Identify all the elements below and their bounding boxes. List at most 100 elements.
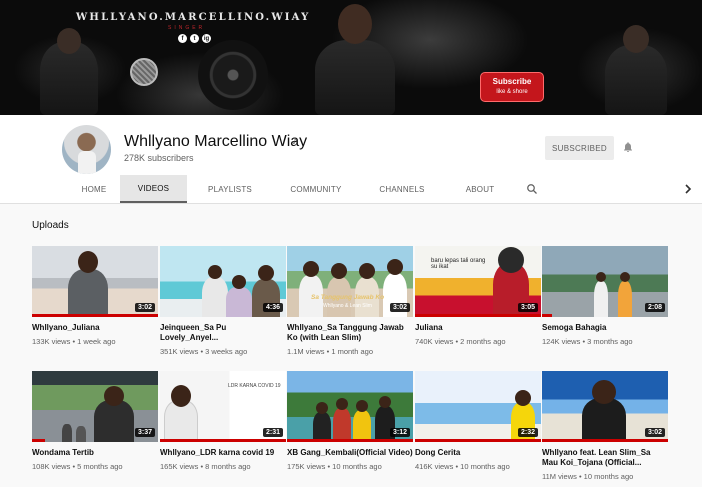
channel-avatar[interactable] <box>62 125 111 174</box>
upload-age: 3 weeks ago <box>205 347 248 356</box>
search-icon[interactable] <box>526 183 538 195</box>
video-card[interactable]: 2:32 Dong Cerita 416K views • 10 months … <box>415 371 541 471</box>
view-count: 108K views <box>32 462 71 471</box>
speaker-graphic <box>198 40 268 110</box>
video-title[interactable]: Semoga Bahagia <box>542 323 668 333</box>
video-meta: 108K views • 5 months ago <box>32 462 123 471</box>
video-thumbnail[interactable]: 3:02 <box>542 371 668 442</box>
tab-playlists[interactable]: PLAYLISTS <box>187 175 273 203</box>
video-card[interactable]: 4:36 Jeinqueen_Sa Pu Lovely_Anyel... 351… <box>160 246 286 356</box>
thumbnail-caption: LDR KARNA COVID 19 <box>228 383 281 389</box>
instagram-icon[interactable]: ig <box>202 34 211 43</box>
watch-progress <box>415 439 541 442</box>
view-count: 165K views <box>160 462 199 471</box>
video-card[interactable]: LDR KARNA COVID 19 2:31 Whllyano_LDR kar… <box>160 371 286 471</box>
subscribed-button[interactable]: SUBSCRIBED <box>545 136 614 160</box>
view-count: 175K views <box>287 462 326 471</box>
upload-age: 10 months ago <box>583 472 634 481</box>
video-meta: 11M views • 10 months ago <box>542 472 634 481</box>
video-thumbnail[interactable]: 3:12 <box>287 371 413 442</box>
video-thumbnail[interactable]: LDR KARNA COVID 19 2:31 <box>160 371 286 442</box>
thumbnail-caption: Sa Tanggung Jawab Ko <box>311 294 385 301</box>
video-duration: 2:32 <box>517 428 538 437</box>
video-card[interactable]: baru lepas tali orang su ikat 3:05 Julia… <box>415 246 541 346</box>
video-thumbnail[interactable]: Sa Tanggung Jawab Ko Whllyano & Lean Sli… <box>287 246 413 317</box>
video-thumbnail[interactable]: 3:02 <box>32 246 158 317</box>
video-duration: 3:12 <box>389 428 410 437</box>
banner-figure-center <box>315 4 395 115</box>
channel-banner: WHLLYANO.MARCELLINO.WIAY SINGER f t ig S… <box>0 0 702 115</box>
video-title[interactable]: Wondama Tertib <box>32 448 158 458</box>
tab-home[interactable]: HOME <box>68 175 120 203</box>
video-thumbnail[interactable]: 3:37 <box>32 371 158 442</box>
video-title[interactable]: Whllyano_Juliana <box>32 323 158 333</box>
upload-age: 1 month ago <box>331 347 374 356</box>
video-meta: 165K views • 8 months ago <box>160 462 251 471</box>
upload-age: 3 months ago <box>587 337 633 346</box>
video-title[interactable]: Whllyano_Sa Tanggung Jawab Ko (with Lean… <box>287 323 413 343</box>
video-meta: 175K views • 10 months ago <box>287 462 382 471</box>
video-card[interactable]: 3:12 XB Gang_Kembali(Official Video) 175… <box>287 371 413 471</box>
tab-about[interactable]: ABOUT <box>445 175 515 203</box>
banner-subscribe-subtext: like & shore <box>496 89 528 95</box>
video-duration: 2:31 <box>262 428 283 437</box>
video-thumbnail[interactable]: baru lepas tali orang su ikat 3:05 <box>415 246 541 317</box>
upload-age: 8 months ago <box>205 462 251 471</box>
upload-age: 10 months ago <box>460 462 510 471</box>
microphone-graphic <box>130 58 158 86</box>
facebook-icon[interactable]: f <box>178 34 187 43</box>
twitter-icon[interactable]: t <box>190 34 199 43</box>
header-divider <box>0 203 702 204</box>
video-duration: 3:05 <box>517 303 538 312</box>
video-meta: 740K views • 2 months ago <box>415 337 506 346</box>
view-count: 740K views <box>415 337 454 346</box>
banner-subtitle: SINGER <box>168 25 206 31</box>
banner-subscribe-graphic: Subscribe like & shore <box>480 72 544 102</box>
video-title[interactable]: Whllyano feat. Lean Slim_Sa Mau Koi_Toja… <box>542 448 668 468</box>
thumbnail-caption: baru lepas tali orang su ikat <box>431 258 486 270</box>
chevron-right-icon[interactable] <box>683 183 693 195</box>
video-duration: 3:02 <box>389 303 410 312</box>
video-card[interactable]: 2:08 Semoga Bahagia 124K views • 3 month… <box>542 246 668 346</box>
video-title[interactable]: Whllyano_LDR karna covid 19 <box>160 448 286 458</box>
video-card[interactable]: Sa Tanggung Jawab Ko Whllyano & Lean Sli… <box>287 246 413 356</box>
banner-title: WHLLYANO.MARCELLINO.WIAY <box>76 12 311 23</box>
video-thumbnail[interactable]: 2:08 <box>542 246 668 317</box>
video-card[interactable]: 3:37 Wondama Tertib 108K views • 5 month… <box>32 371 158 471</box>
banner-figure-left <box>40 28 98 115</box>
watch-progress <box>160 439 286 442</box>
view-count: 133K views <box>32 337 71 346</box>
video-title[interactable]: Dong Cerita <box>415 448 541 458</box>
view-count: 416K views <box>415 462 454 471</box>
bell-icon[interactable] <box>622 141 634 153</box>
video-meta: 133K views • 1 week ago <box>32 337 116 346</box>
tab-channels[interactable]: CHANNELS <box>359 175 445 203</box>
video-duration: 3:37 <box>134 428 155 437</box>
thumbnail-caption: Whllyano & Lean Slim <box>323 303 372 309</box>
upload-age: 5 months ago <box>77 462 123 471</box>
channel-tabs: HOME VIDEOS PLAYLISTS COMMUNITY CHANNELS… <box>68 175 515 203</box>
video-thumbnail[interactable]: 2:32 <box>415 371 541 442</box>
video-duration: 3:02 <box>644 428 665 437</box>
upload-age: 1 week ago <box>77 337 116 346</box>
video-duration: 3:02 <box>134 303 155 312</box>
watch-progress <box>542 314 553 317</box>
video-card[interactable]: 3:02 Whllyano_Juliana 133K views • 1 wee… <box>32 246 158 346</box>
view-count: 1.1M views <box>287 347 325 356</box>
video-duration: 2:08 <box>644 303 665 312</box>
uploads-section-title: Uploads <box>32 220 69 231</box>
video-title[interactable]: XB Gang_Kembali(Official Video) <box>287 448 413 458</box>
upload-age: 10 months ago <box>332 462 382 471</box>
video-title[interactable]: Jeinqueen_Sa Pu Lovely_Anyel... <box>160 323 286 343</box>
view-count: 124K views <box>542 337 581 346</box>
video-thumbnail[interactable]: 4:36 <box>160 246 286 317</box>
video-title[interactable]: Juliana <box>415 323 541 333</box>
banner-social-links: f t ig <box>178 34 211 43</box>
music-note-icon: ♪ <box>292 135 298 147</box>
tab-videos[interactable]: VIDEOS <box>120 175 187 203</box>
tab-community[interactable]: COMMUNITY <box>273 175 359 203</box>
video-card[interactable]: 3:02 Whllyano feat. Lean Slim_Sa Mau Koi… <box>542 371 668 481</box>
video-meta: 351K views • 3 weeks ago <box>160 347 248 356</box>
banner-figure-right <box>605 25 667 115</box>
watch-progress <box>287 439 413 442</box>
